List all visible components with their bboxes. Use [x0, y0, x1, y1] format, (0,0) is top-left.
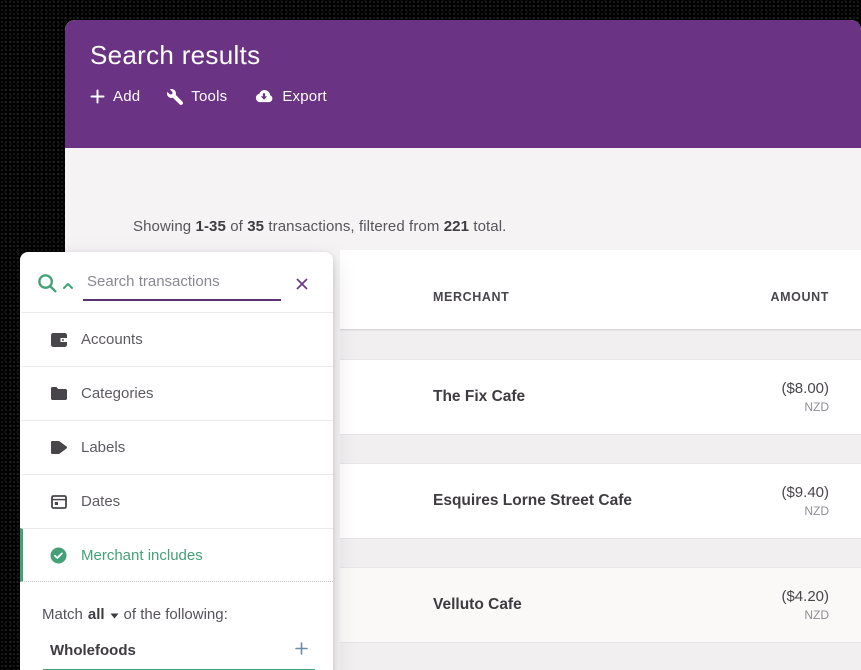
filter-item-dates[interactable]: Dates [20, 474, 333, 528]
amount-cell: ($8.00) NZD [781, 380, 861, 414]
filter-item-label: Categories [81, 385, 154, 402]
search-toggle-button[interactable] [36, 272, 74, 298]
toolbar: Add Tools Export [90, 88, 861, 105]
amount-value: ($9.40) [781, 484, 829, 501]
transaction-row[interactable]: The Fix Cafe ($8.00) NZD [340, 360, 861, 434]
plus-icon [90, 89, 105, 104]
chevron-up-icon [62, 278, 74, 293]
transactions-table: MERCHANT AMOUNT The Fix Cafe ($8.00) NZD… [340, 250, 861, 670]
add-button[interactable]: Add [90, 88, 140, 105]
currency-code: NZD [804, 504, 829, 518]
tag-icon [50, 441, 67, 454]
merchant-name: The Fix Cafe [433, 388, 526, 405]
check-circle-icon [50, 547, 67, 564]
transaction-row[interactable]: Esquires Lorne Street Cafe ($9.40) NZD [340, 464, 861, 538]
filter-item-label: Merchant includes [81, 546, 203, 564]
filter-item-label: Labels [81, 439, 126, 456]
transaction-row[interactable]: Velluto Cafe ($4.20) NZD [340, 568, 861, 642]
cloud-download-icon [254, 89, 274, 104]
calendar-icon [50, 494, 67, 509]
search-filter-panel: Accounts Categories Labels Dates Merchan… [20, 252, 333, 670]
search-input-row [20, 252, 333, 312]
group-separator [340, 642, 861, 670]
match-mode-dropdown[interactable]: all [88, 606, 119, 623]
page-title: Search results [90, 40, 261, 70]
folder-icon [50, 387, 67, 400]
tools-button[interactable]: Tools [167, 88, 227, 105]
close-icon [295, 277, 309, 294]
search-term-input[interactable] [43, 641, 288, 659]
merchant-name: Esquires Lorne Street Cafe [433, 492, 632, 509]
search-term-row [43, 639, 315, 670]
export-button[interactable]: Export [254, 88, 327, 105]
filter-item-categories[interactable]: Categories [20, 366, 333, 420]
filter-item-labels[interactable]: Labels [20, 420, 333, 474]
match-suffix: of the following: [123, 606, 228, 623]
amount-cell: ($9.40) NZD [781, 484, 861, 518]
results-summary: Showing 1-35 of 35 transactions, filtere… [133, 218, 507, 235]
table-header-row: MERCHANT AMOUNT [340, 250, 861, 330]
merchant-name: Velluto Cafe [433, 596, 522, 613]
filter-item-merchant-includes[interactable]: Merchant includes [20, 528, 333, 582]
caret-down-icon [110, 606, 119, 623]
export-button-label: Export [282, 88, 327, 105]
add-button-label: Add [113, 88, 141, 105]
match-row: Match all of the following: [20, 582, 333, 623]
add-term-button[interactable] [288, 639, 315, 661]
group-separator [340, 538, 861, 568]
group-separator [340, 330, 861, 360]
amount-cell: ($4.20) NZD [781, 588, 861, 622]
match-mode-value: all [87, 606, 105, 623]
wallet-icon [50, 332, 67, 347]
close-button[interactable] [291, 273, 313, 298]
filter-item-label: Dates [81, 493, 121, 510]
plus-icon [294, 641, 309, 659]
search-icon [36, 272, 59, 298]
match-prefix: Match [42, 606, 83, 623]
currency-code: NZD [804, 400, 829, 414]
wrench-icon [167, 88, 184, 105]
amount-value: ($4.20) [781, 588, 829, 605]
group-separator [340, 434, 861, 464]
filter-item-accounts[interactable]: Accounts [20, 312, 333, 366]
tools-button-label: Tools [191, 88, 228, 105]
column-header-merchant: MERCHANT [433, 289, 510, 304]
search-input[interactable] [83, 269, 281, 301]
column-header-amount: AMOUNT [770, 289, 829, 304]
amount-value: ($8.00) [781, 380, 829, 397]
screenshot-stage: Search results Add Tools Export Showing … [0, 0, 861, 670]
currency-code: NZD [804, 608, 829, 622]
filter-item-label: Accounts [81, 331, 143, 348]
app-header: Search results Add Tools Export [65, 20, 861, 148]
